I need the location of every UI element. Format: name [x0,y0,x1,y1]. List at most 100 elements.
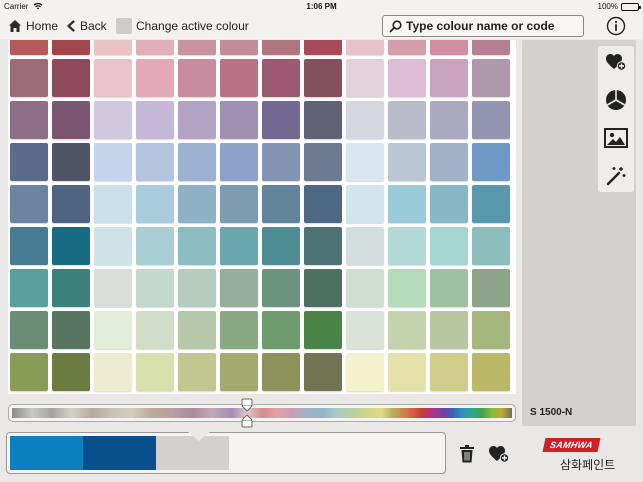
home-button[interactable]: Home [8,17,58,35]
info-button[interactable] [606,16,626,36]
colour-swatch[interactable] [472,185,510,223]
colour-swatch[interactable] [430,59,468,97]
palette-swatches[interactable] [10,436,229,470]
colour-swatch[interactable] [388,353,426,391]
colour-swatch[interactable] [388,269,426,307]
colour-swatch[interactable] [220,311,258,349]
colour-swatch[interactable] [262,311,300,349]
colour-swatch[interactable] [472,311,510,349]
colour-swatch[interactable] [304,185,342,223]
colour-swatch[interactable] [178,59,216,97]
palette-swatch[interactable] [156,436,229,470]
colour-spectrum-slider[interactable] [8,404,516,422]
colour-swatch[interactable] [262,353,300,391]
colour-swatch[interactable] [430,311,468,349]
colour-swatch[interactable] [472,59,510,97]
colour-swatch[interactable] [472,101,510,139]
colour-wheel-button[interactable] [604,88,628,112]
colour-grid-panel[interactable] [8,40,516,394]
colour-swatch[interactable] [10,101,48,139]
colour-swatch[interactable] [262,269,300,307]
colour-swatch[interactable] [52,185,90,223]
colour-swatch[interactable] [10,269,48,307]
colour-swatch[interactable] [346,101,384,139]
change-active-colour-button[interactable]: Change active colour [116,17,249,35]
colour-swatch[interactable] [220,353,258,391]
colour-swatch[interactable] [94,59,132,97]
colour-swatch[interactable] [10,353,48,391]
colour-swatch[interactable] [346,185,384,223]
colour-swatch[interactable] [52,311,90,349]
colour-swatch[interactable] [472,269,510,307]
colour-swatch[interactable] [346,40,384,55]
colour-swatch[interactable] [472,353,510,391]
colour-swatch[interactable] [136,353,174,391]
colour-swatch[interactable] [94,40,132,55]
colour-swatch[interactable] [304,59,342,97]
colour-swatch[interactable] [178,311,216,349]
colour-swatch[interactable] [304,227,342,265]
colour-swatch[interactable] [388,40,426,55]
colour-swatch[interactable] [10,311,48,349]
colour-swatch[interactable] [136,311,174,349]
colour-swatch[interactable] [52,101,90,139]
colour-swatch[interactable] [136,269,174,307]
colour-swatch[interactable] [10,40,48,55]
colour-search-field[interactable] [382,15,584,37]
colour-swatch[interactable] [52,143,90,181]
back-button[interactable]: Back [66,17,107,35]
colour-swatch[interactable] [430,143,468,181]
colour-swatch[interactable] [178,40,216,55]
save-palette-button[interactable] [488,444,510,464]
colour-swatch[interactable] [430,227,468,265]
colour-swatch[interactable] [136,185,174,223]
delete-palette-button[interactable] [459,445,475,463]
colour-swatch[interactable] [220,269,258,307]
colour-swatch[interactable] [136,59,174,97]
colour-swatch[interactable] [304,269,342,307]
colour-swatch[interactable] [94,143,132,181]
colour-swatch[interactable] [220,227,258,265]
colour-swatch[interactable] [94,311,132,349]
colour-swatch[interactable] [388,101,426,139]
colour-swatch[interactable] [94,353,132,391]
colour-spectrum[interactable] [12,408,512,418]
colour-swatch[interactable] [10,59,48,97]
colour-swatch[interactable] [262,101,300,139]
add-favourite-button[interactable] [604,50,628,74]
colour-swatch[interactable] [94,227,132,265]
colour-swatch[interactable] [304,143,342,181]
palette-swatch[interactable] [10,436,83,470]
colour-swatch[interactable] [94,185,132,223]
colour-swatch[interactable] [10,185,48,223]
colour-swatch[interactable] [52,269,90,307]
colour-swatch[interactable] [346,143,384,181]
colour-swatch[interactable] [220,101,258,139]
colour-swatch[interactable] [10,227,48,265]
colour-swatch[interactable] [304,40,342,55]
colour-swatch[interactable] [178,227,216,265]
colour-swatch[interactable] [388,227,426,265]
colour-swatch[interactable] [304,311,342,349]
colour-swatch[interactable] [388,311,426,349]
colour-swatch[interactable] [262,143,300,181]
colour-swatch[interactable] [94,101,132,139]
colour-palette-bar[interactable] [6,432,446,474]
colour-swatch[interactable] [388,185,426,223]
palette-swatch[interactable] [83,436,156,470]
colour-swatch[interactable] [262,227,300,265]
colour-swatch[interactable] [430,185,468,223]
colour-swatch[interactable] [388,143,426,181]
colour-swatch[interactable] [220,59,258,97]
colour-swatch[interactable] [388,59,426,97]
colour-swatch[interactable] [52,59,90,97]
colour-swatch[interactable] [136,101,174,139]
colour-swatch[interactable] [472,143,510,181]
colour-swatch[interactable] [52,227,90,265]
colour-grid[interactable] [10,40,510,394]
colour-swatch[interactable] [346,227,384,265]
colour-swatch[interactable] [94,269,132,307]
colour-swatch[interactable] [346,59,384,97]
colour-swatch[interactable] [472,227,510,265]
image-button[interactable] [604,126,628,150]
